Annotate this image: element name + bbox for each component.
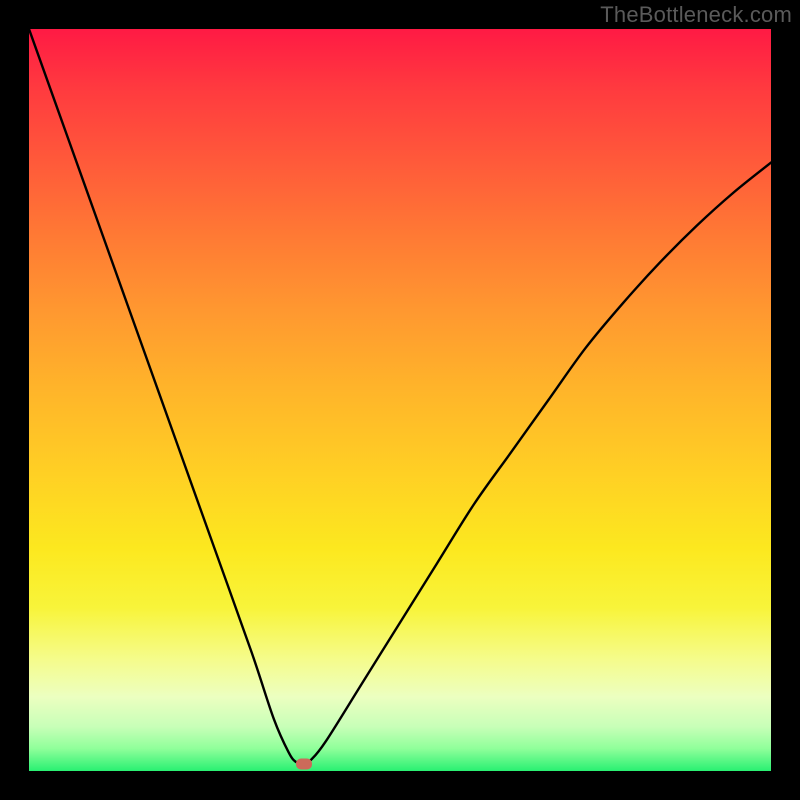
bottleneck-curve [29,29,771,771]
watermark-text: TheBottleneck.com [600,2,792,28]
chart-frame: TheBottleneck.com [0,0,800,800]
plot-area [29,29,771,771]
optimal-point-marker [296,758,312,769]
